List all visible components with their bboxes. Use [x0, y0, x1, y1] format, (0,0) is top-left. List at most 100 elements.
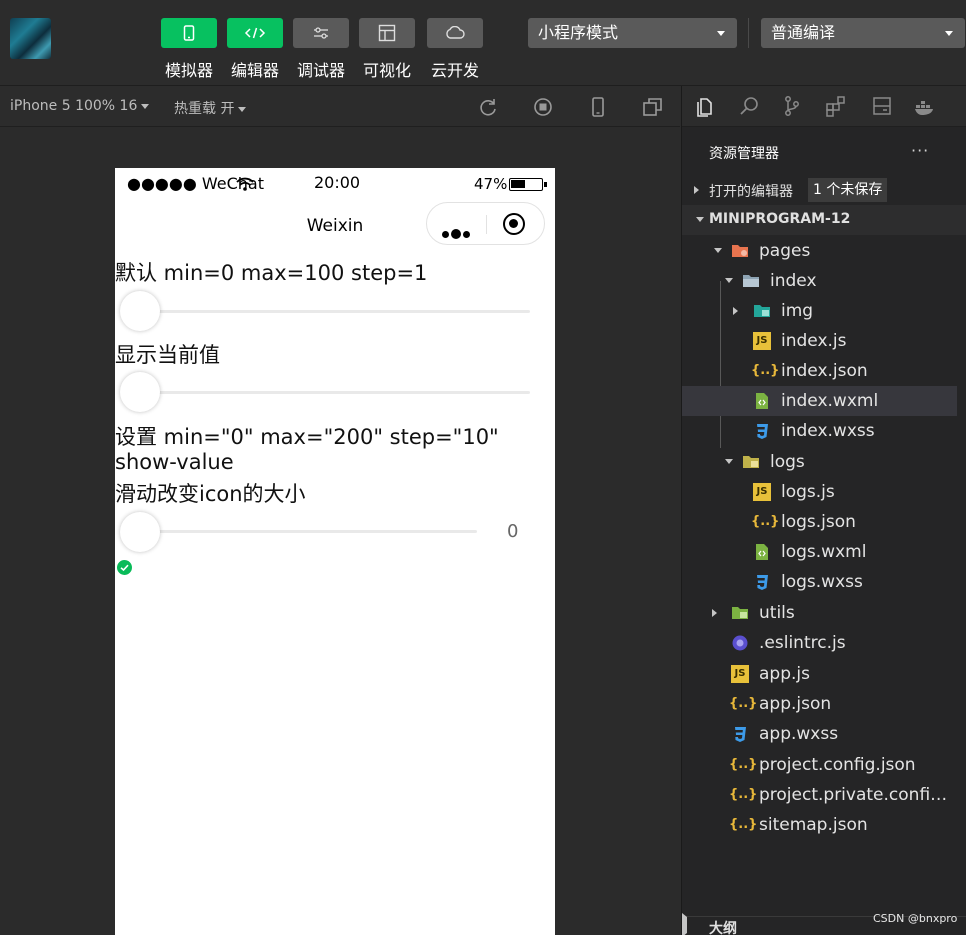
tree-item-sitemap[interactable]: {..} sitemap.json [682, 810, 957, 840]
tree-item-index-folder[interactable]: index [682, 266, 957, 296]
slider-4-label: 滑动改变icon的大小 [115, 482, 306, 506]
detach-window-icon[interactable] [642, 96, 664, 118]
tree-item-label: img [781, 301, 814, 321]
folder-icon [732, 245, 748, 257]
storage-icon[interactable] [871, 95, 893, 117]
open-editors-section[interactable]: 打开的编辑器 1 个未保存 [682, 175, 966, 205]
tree-item-app-js[interactable]: JS app.js [682, 659, 957, 689]
project-section[interactable]: MINIPROGRAM-12 [682, 205, 966, 235]
simulator-label: 模拟器 [164, 61, 213, 80]
docker-icon[interactable] [913, 95, 935, 117]
code-icon [227, 18, 283, 48]
tree-item-label: index.js [781, 331, 847, 351]
tree-item-label: .eslintrc.js [759, 633, 846, 653]
tree-item-logs-js[interactable]: JS logs.js [682, 477, 957, 507]
js-file-icon: JS [753, 483, 771, 501]
json-file-icon: {..} [729, 787, 758, 802]
outline-label: 大纲 [709, 921, 737, 935]
tree-item-logs-json[interactable]: {..} logs.json [682, 507, 957, 537]
mode-select[interactable]: 小程序模式 [528, 18, 737, 48]
tree-item-img[interactable]: img [682, 296, 957, 326]
tree-item-logs-folder[interactable]: logs [682, 447, 957, 477]
battery-icon [509, 178, 547, 191]
slider-2-handle[interactable] [120, 372, 160, 412]
tree-item-label: index.wxml [781, 391, 879, 411]
user-avatar[interactable] [10, 18, 51, 59]
tree-item-project-private-config[interactable]: {..} project.private.config.js... [682, 780, 957, 810]
unsaved-badge: 1 个未保存 [808, 178, 888, 202]
cloud-icon [427, 18, 483, 48]
tree-item-label: app.js [759, 664, 810, 684]
hot-reload-toggle[interactable]: 热重载 开 [174, 98, 247, 118]
chevron-right-icon [682, 913, 687, 935]
folder-open-icon [743, 275, 759, 287]
visual-button[interactable]: 可视化 [359, 18, 415, 81]
tree-item-app-json[interactable]: {..} app.json [682, 689, 957, 719]
tree-item-pages[interactable]: pages [682, 236, 957, 266]
extensions-icon[interactable] [825, 95, 847, 117]
explorer-panel: 资源管理器 ··· 打开的编辑器 1 个未保存 MINIPROGRAM-12 p… [681, 86, 966, 935]
json-file-icon: {..} [729, 696, 758, 711]
more-dots-icon[interactable] [442, 223, 472, 242]
tree-item-project-config[interactable]: {..} project.config.json [682, 750, 957, 780]
slider-4-handle[interactable] [120, 512, 160, 552]
stop-icon[interactable] [532, 96, 554, 118]
tree-item-label: app.json [759, 694, 832, 714]
simulator-button[interactable]: 模拟器 [161, 18, 217, 81]
slider-1-track[interactable] [125, 310, 530, 313]
slider-1-label: 默认 min=0 max=100 step=1 [115, 261, 428, 285]
refresh-icon[interactable] [477, 96, 499, 118]
device-select[interactable]: iPhone 5 100% 16 [10, 98, 150, 114]
source-control-icon[interactable] [781, 95, 803, 117]
slider-3-label: 设置 min="0" max="200" step="10" [115, 425, 499, 449]
slider-1-handle[interactable] [120, 291, 160, 331]
tree-item-label: index.json [781, 361, 868, 381]
chevron-right-icon [712, 609, 717, 617]
cloud-label: 云开发 [430, 61, 479, 80]
menu-capsule [426, 202, 545, 245]
tree-item-index-wxss[interactable]: index.wxss [682, 416, 957, 446]
close-circle-icon[interactable] [503, 213, 525, 235]
eslint-file-icon [732, 635, 748, 651]
watermark: CSDN @bnxpro [873, 912, 958, 925]
json-file-icon: {..} [751, 514, 780, 529]
editor-label: 编辑器 [230, 61, 279, 80]
json-file-icon: {..} [751, 363, 780, 378]
slider-2-track[interactable] [125, 391, 530, 394]
tree-item-index-js[interactable]: JS index.js [682, 326, 957, 356]
tree-item-index-wxml[interactable]: index.wxml [682, 386, 957, 416]
tree-item-label: sitemap.json [759, 815, 868, 835]
tree-item-app-wxss[interactable]: app.wxss [682, 719, 957, 749]
tree-item-label: pages [759, 241, 811, 261]
tree-item-utils[interactable]: utils [682, 598, 957, 628]
top-toolbar: 模拟器 编辑器 调试器 可视化 云开发 小程序模式 普通编译 [0, 0, 966, 86]
editor-button[interactable]: 编辑器 [227, 18, 283, 81]
project-name: MINIPROGRAM-12 [709, 211, 851, 227]
tree-item-eslintrc[interactable]: .eslintrc.js [682, 628, 957, 658]
tree-item-logs-wxml[interactable]: logs.wxml [682, 537, 957, 567]
toolbar-divider [748, 18, 749, 48]
chevron-down-icon [725, 459, 733, 464]
json-file-icon: {..} [729, 817, 758, 832]
slider-4-track[interactable] [125, 530, 477, 533]
layout-icon [359, 18, 415, 48]
slider-2-label: 显示当前值 [115, 343, 220, 367]
folder-open-icon [743, 456, 759, 468]
compile-select-value: 普通编译 [771, 23, 836, 42]
chevron-down-icon [945, 31, 953, 36]
compile-select[interactable]: 普通编译 [761, 18, 965, 48]
tree-item-label: logs.js [781, 482, 835, 502]
tree-item-index-json[interactable]: {..} index.json [682, 356, 957, 386]
tree-item-logs-wxss[interactable]: logs.wxss [682, 567, 957, 597]
hot-reload-label: 热重载 开 [174, 101, 235, 117]
search-icon[interactable] [738, 95, 760, 117]
files-icon[interactable] [693, 95, 715, 117]
more-actions-icon[interactable]: ··· [911, 141, 929, 160]
image-folder-icon [754, 305, 770, 317]
chevron-down-icon [238, 106, 247, 112]
wxml-file-icon [756, 393, 768, 409]
phone-preview-icon[interactable] [587, 96, 609, 118]
cloud-button[interactable]: 云开发 [427, 18, 483, 81]
slider-4-value: 0 [507, 521, 519, 542]
debugger-button[interactable]: 调试器 [293, 18, 349, 81]
